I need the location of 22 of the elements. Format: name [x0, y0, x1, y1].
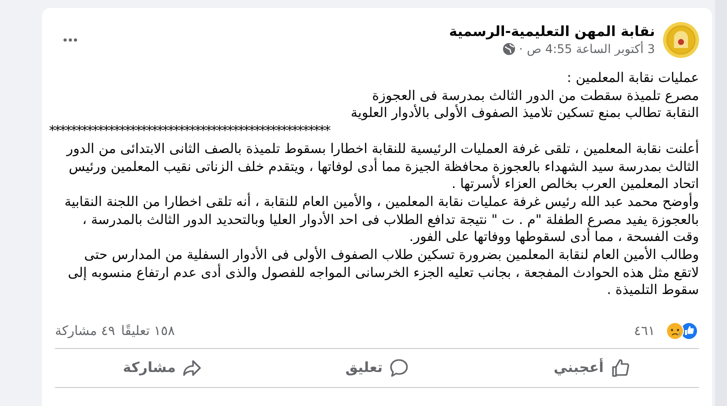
headline-line: عمليات نقابة المعلمين :: [566, 70, 699, 88]
speech-bubble-icon: [388, 358, 409, 378]
reaction-count[interactable]: ٤٦١: [634, 324, 655, 339]
separator-dot: ·: [519, 41, 523, 57]
share-count[interactable]: ٤٩ مشاركة: [55, 324, 116, 339]
share-arrow-icon: [182, 358, 202, 378]
more-options-button[interactable]: •••: [55, 29, 87, 51]
like-button[interactable]: أعجبني: [484, 349, 699, 388]
thumbs-up-icon: [610, 358, 630, 378]
headline-line: النقابة تطالب بمنع تسكين تلاميذ الصفوف الأولى بالأدوار العلوية: [350, 105, 699, 124]
comment-button[interactable]: تعليق: [270, 349, 484, 388]
share-button[interactable]: مشاركة: [54, 349, 270, 388]
post-paragraph: أعلنت نقابة المعلمين ، تلقى غرفة العمليات الرئيسية للنقابة اخطارا بسقوط تلميذة بالصف الثانى الابتدائى من الدور الثالث بمدرسة سيد الشهداء بالعجوزة محافظة الجيزة مما أدى لوفاتها ، ويتقدم خلف الزناتى نقيب المعلمين ورئيس اتحاد المعلمين العرب بخالص العزاء لأسرتها .: [65, 140, 699, 192]
headline-line: مصرع تلميذة سقطت من الدور الثالث بمدرسة فى العجوزة: [371, 88, 699, 104]
post-paragraph: وطالب الأمين العام لنقابة المعلمين بضرورة تسكين طلاب الصفوف الأولى فى الأدوار السفلية من المدارس حتى لاتقع مثل هذه الحوادث المفجعة ، بجانب تعليه الجزء الخرسانى المواجه للفصول والذى أدى عدم ارتفاع منسوبه إلى سقوط التلميذة .: [66, 247, 699, 300]
page-avatar[interactable]: [663, 22, 699, 58]
post-time[interactable]: 3 أكتوبر الساعة 4:55 ص: [526, 41, 655, 57]
asterisk-divider: ****************************************************: [49, 123, 332, 141]
globe-icon: [503, 43, 516, 55]
page-name[interactable]: نقابة المهن التعليمية-الرسمية: [449, 23, 655, 41]
post-paragraph: وأوضح محمد عبد الله رئيس غرفة عمليات نقابة المعلمين ، والأمين العام للنقابة ، أنه تلقى اخطارا من اللجنة النقابية بالعجوزة يفيد مصرع الطفلة "م . ت " نتيجة تدافع الطلاب فى احد الأدوار العليا وبالتحديد الدور الثالث بالمدرسة ، وقت الفسحة ، مما أدى لسقوطها ووفاتها على الفور.: [63, 194, 699, 246]
comment-count[interactable]: ١٥٨ تعليقًا: [121, 324, 175, 339]
